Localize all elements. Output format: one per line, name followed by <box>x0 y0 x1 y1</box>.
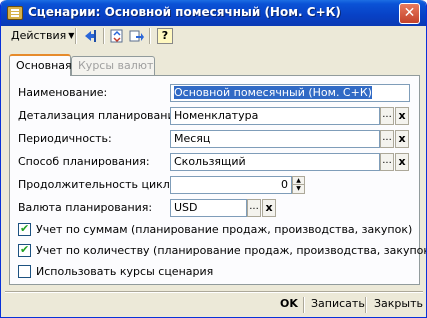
back-arrow-icon[interactable] <box>83 28 99 44</box>
window-title: Сценарии: Основной помесячный (Ном. С+К) <box>28 5 341 19</box>
form-icon <box>7 6 23 20</box>
detail-input[interactable]: Номенклатура <box>170 107 380 125</box>
method-input[interactable]: Скользящий <box>170 153 380 171</box>
currency-label: Валюта планирования: <box>18 201 153 214</box>
quantity-accounting-checkbox[interactable]: Учет по количеству (планирование продаж,… <box>18 243 426 259</box>
tab-main[interactable]: Основная <box>9 54 72 76</box>
use-scenario-rates-label: Использовать курсы сценария <box>36 265 214 278</box>
tab-currency-rates[interactable]: Курсы валют <box>71 56 155 75</box>
duration-input[interactable]: 0 <box>170 176 292 194</box>
use-scenario-rates-checkbox[interactable]: Использовать курсы сценария <box>18 264 238 280</box>
help-icon[interactable]: ? <box>157 28 173 44</box>
period-select-button[interactable]: ... <box>380 130 394 148</box>
chevron-down-icon: ▼ <box>68 31 75 40</box>
method-label: Способ планирования: <box>18 155 150 168</box>
spin-up-icon[interactable]: ▲ <box>293 177 304 185</box>
method-select-button[interactable]: ... <box>380 153 394 171</box>
toolbar: Действия ▼ ? <box>5 26 423 47</box>
currency-input[interactable]: USD <box>170 199 247 217</box>
scenario-window: Сценарии: Основной помесячный (Ном. С+К)… <box>0 0 427 318</box>
footer-divider <box>5 291 423 293</box>
quantity-accounting-label: Учет по количеству (планирование продаж,… <box>36 244 427 257</box>
close-button[interactable]: Закрыть <box>374 296 423 314</box>
name-input[interactable]: Основной помесячный (Ном. С+К) <box>170 84 410 102</box>
title-bar[interactable]: Сценарии: Основной помесячный (Ном. С+К)… <box>1 0 426 26</box>
sum-accounting-checkbox[interactable]: Учет по суммам (планирование продаж, про… <box>18 222 412 238</box>
actions-label: Действия <box>11 29 67 42</box>
refresh-document-icon[interactable] <box>109 28 125 44</box>
detail-select-button[interactable]: ... <box>380 107 394 125</box>
toolbar-separator <box>75 28 77 44</box>
toolbar-separator <box>103 28 105 44</box>
actions-menu[interactable]: Действия ▼ <box>7 27 78 45</box>
sum-accounting-label: Учет по суммам (планирование продаж, про… <box>36 223 413 236</box>
checkbox-box[interactable] <box>18 243 31 257</box>
duration-label: Продолжительность цикла: <box>18 178 181 191</box>
method-clear-icon[interactable]: x <box>395 153 409 171</box>
duration-spinner[interactable]: ▲ ▼ <box>292 176 305 194</box>
detail-clear-icon[interactable]: x <box>395 107 409 125</box>
checkbox-box[interactable] <box>18 265 31 278</box>
go-to-document-icon[interactable] <box>129 28 145 44</box>
period-input[interactable]: Месяц <box>170 130 380 148</box>
footer-separator <box>303 297 305 313</box>
checkbox-box[interactable] <box>18 222 31 236</box>
main-tab-panel: Наименование: Основной помесячный (Ном. … <box>9 75 426 285</box>
ok-button[interactable]: OK <box>280 296 298 314</box>
save-button[interactable]: Записать <box>311 296 365 314</box>
toolbar-separator <box>149 28 151 44</box>
detail-label: Детализация планирования: <box>18 109 185 122</box>
period-clear-icon[interactable]: x <box>395 130 409 148</box>
period-label: Периодичность: <box>18 132 112 145</box>
spin-down-icon[interactable]: ▼ <box>293 185 304 193</box>
close-window-button[interactable]: ✕ <box>399 3 420 24</box>
currency-clear-icon[interactable]: x <box>262 199 276 217</box>
currency-select-button[interactable]: ... <box>247 199 261 217</box>
name-label: Наименование: <box>18 86 108 99</box>
footer-separator <box>365 297 367 313</box>
